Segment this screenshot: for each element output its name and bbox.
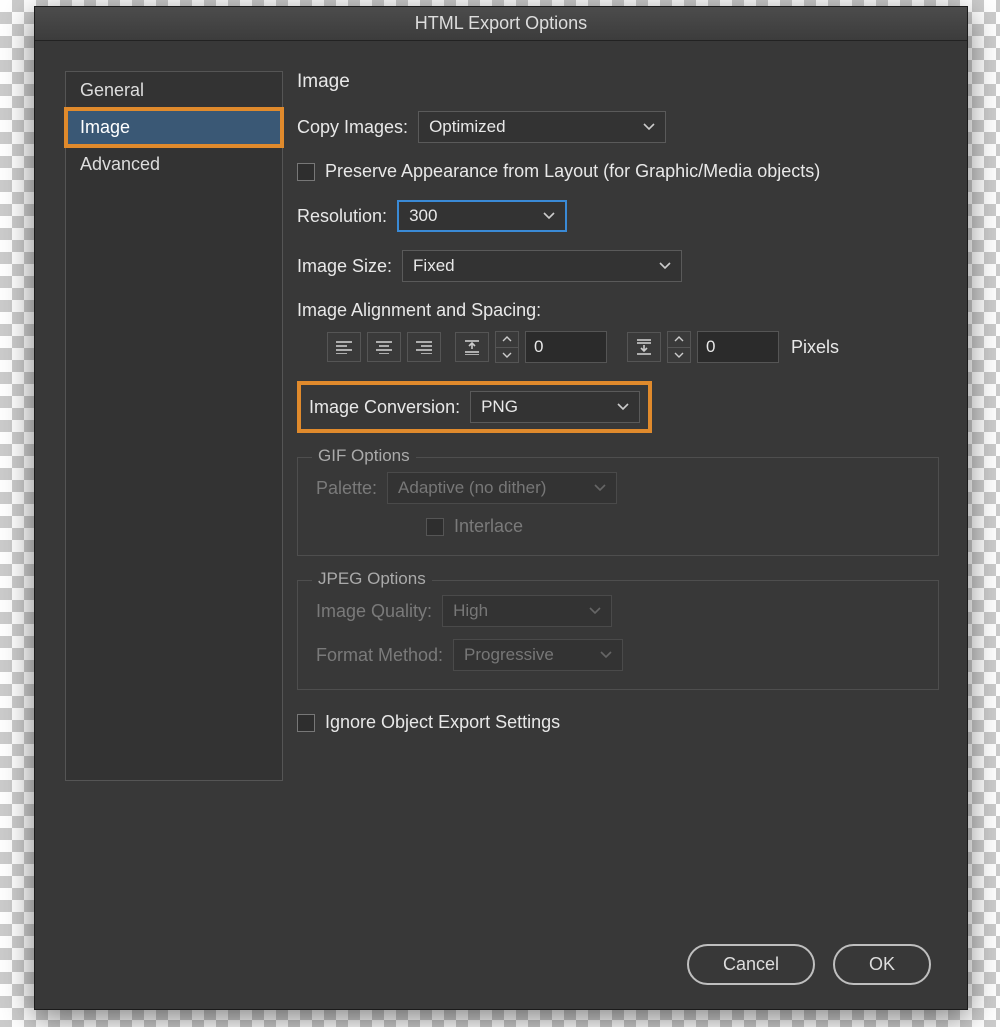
- copy-images-select[interactable]: Optimized: [418, 111, 666, 143]
- sidebar-item-general[interactable]: General: [66, 72, 282, 109]
- image-conversion-select[interactable]: PNG: [470, 391, 640, 423]
- button-label: Cancel: [723, 954, 779, 974]
- select-value: PNG: [481, 397, 518, 417]
- sidebar-item-advanced[interactable]: Advanced: [66, 146, 282, 183]
- select-value: Adaptive (no dither): [398, 478, 546, 498]
- button-label: OK: [869, 954, 895, 974]
- format-method-select: Progressive: [453, 639, 623, 671]
- main-panel: Image Copy Images: Optimized Preserve Ap…: [283, 71, 939, 919]
- stepper-up-icon[interactable]: [668, 332, 690, 348]
- chevron-down-icon: [643, 123, 655, 131]
- ok-button[interactable]: OK: [833, 944, 931, 985]
- space-after-icon: [627, 332, 661, 362]
- gif-options-group: GIF Options Palette: Adaptive (no dither…: [297, 457, 939, 556]
- image-quality-label: Image Quality:: [316, 601, 432, 622]
- alignment-label: Image Alignment and Spacing:: [297, 300, 939, 321]
- jpeg-options-legend: JPEG Options: [312, 569, 432, 589]
- select-value: Fixed: [413, 256, 455, 276]
- gif-options-legend: GIF Options: [312, 446, 416, 466]
- pixels-label: Pixels: [791, 337, 839, 358]
- jpeg-options-group: JPEG Options Image Quality: High Format …: [297, 580, 939, 690]
- chevron-down-icon: [659, 262, 671, 270]
- ignore-object-export-label: Ignore Object Export Settings: [325, 712, 560, 733]
- resolution-label: Resolution:: [297, 206, 387, 227]
- cancel-button[interactable]: Cancel: [687, 944, 815, 985]
- format-method-label: Format Method:: [316, 645, 443, 666]
- palette-select: Adaptive (no dither): [387, 472, 617, 504]
- sidebar-item-label: Image: [80, 117, 130, 137]
- align-left-button[interactable]: [327, 332, 361, 362]
- palette-label: Palette:: [316, 478, 377, 499]
- sidebar-item-image[interactable]: Image: [66, 109, 282, 146]
- chevron-down-icon: [594, 484, 606, 492]
- export-options-dialog: HTML Export Options General Image Advanc…: [34, 6, 968, 1010]
- select-value: 300: [409, 206, 437, 226]
- select-value: Optimized: [429, 117, 506, 137]
- space-after-stepper[interactable]: [667, 331, 691, 363]
- interlace-label: Interlace: [454, 516, 523, 537]
- interlace-checkbox: [426, 518, 444, 536]
- stepper-up-icon[interactable]: [496, 332, 518, 348]
- stepper-down-icon[interactable]: [496, 348, 518, 363]
- sidebar-item-label: Advanced: [80, 154, 160, 174]
- space-before-input[interactable]: 0: [525, 331, 607, 363]
- copy-images-label: Copy Images:: [297, 117, 408, 138]
- image-size-select[interactable]: Fixed: [402, 250, 682, 282]
- chevron-down-icon: [600, 651, 612, 659]
- select-value: High: [453, 601, 488, 621]
- ignore-object-export-checkbox[interactable]: [297, 714, 315, 732]
- stepper-down-icon[interactable]: [668, 348, 690, 363]
- input-value: 0: [534, 337, 543, 357]
- sidebar-item-label: General: [80, 80, 144, 100]
- resolution-select[interactable]: 300: [397, 200, 567, 232]
- chevron-down-icon: [617, 403, 629, 411]
- image-quality-select: High: [442, 595, 612, 627]
- align-center-button[interactable]: [367, 332, 401, 362]
- chevron-down-icon: [589, 607, 601, 615]
- space-after-input[interactable]: 0: [697, 331, 779, 363]
- space-before-icon: [455, 332, 489, 362]
- preserve-appearance-label: Preserve Appearance from Layout (for Gra…: [325, 161, 820, 182]
- preserve-appearance-checkbox[interactable]: [297, 163, 315, 181]
- titlebar: HTML Export Options: [35, 7, 967, 41]
- dialog-title: HTML Export Options: [415, 13, 587, 34]
- select-value: Progressive: [464, 645, 554, 665]
- space-before-stepper[interactable]: [495, 331, 519, 363]
- panel-heading: Image: [297, 71, 939, 93]
- align-right-button[interactable]: [407, 332, 441, 362]
- image-conversion-highlight: Image Conversion: PNG: [297, 381, 652, 433]
- image-conversion-label: Image Conversion:: [309, 397, 460, 418]
- chevron-down-icon: [543, 212, 555, 220]
- image-size-label: Image Size:: [297, 256, 392, 277]
- dialog-footer: Cancel OK: [35, 919, 967, 1009]
- sidebar: General Image Advanced: [65, 71, 283, 781]
- input-value: 0: [706, 337, 715, 357]
